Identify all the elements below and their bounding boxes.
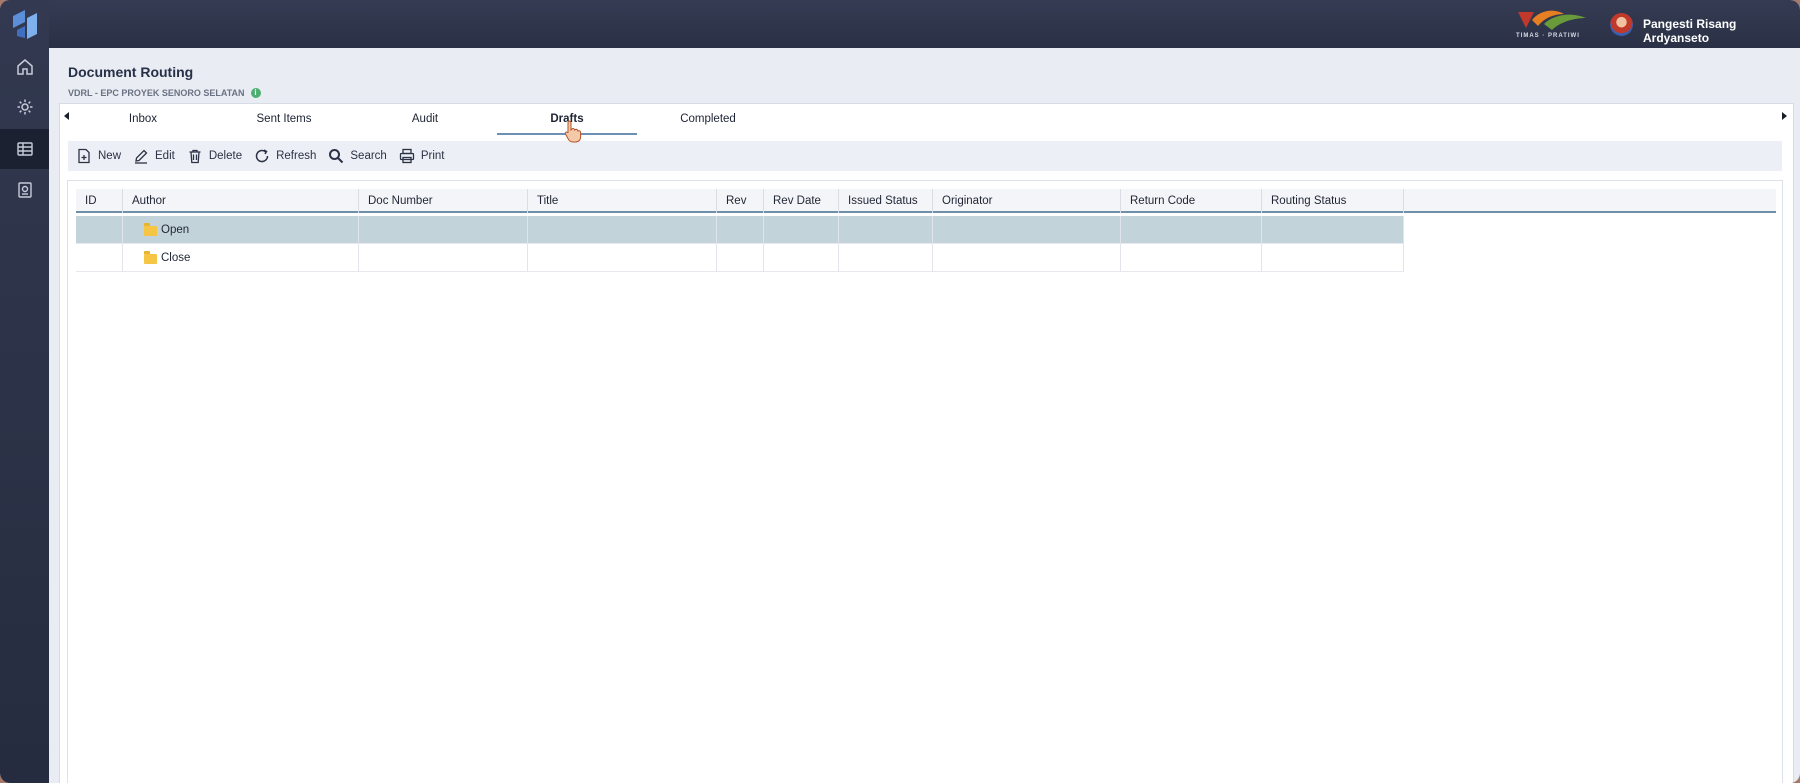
sidebar (0, 0, 49, 783)
delete-button[interactable]: Delete (187, 148, 242, 164)
column-header-author[interactable]: Author (123, 189, 359, 213)
column-header-routing-status[interactable]: Routing Status (1262, 189, 1404, 213)
tab-audit[interactable]: Audit (355, 113, 495, 135)
column-header-issued-status[interactable]: Issued Status (839, 189, 933, 213)
new-button[interactable]: New (76, 148, 121, 164)
tab-sent-items[interactable]: Sent Items (214, 113, 354, 135)
tab-inbox[interactable]: Inbox (73, 113, 213, 135)
sidebar-item-grid[interactable] (0, 129, 49, 169)
folder-close[interactable]: Close (144, 244, 190, 272)
table-row[interactable]: Open (76, 216, 1404, 244)
document-icon (17, 182, 32, 198)
tab-scroll-right-icon[interactable] (1782, 112, 1787, 120)
folder-icon (144, 251, 157, 264)
user-name[interactable]: Pangesti Risang Ardyanseto (1643, 17, 1800, 45)
edit-label: Edit (155, 150, 175, 162)
folder-open[interactable]: Open (144, 216, 189, 244)
document-grid: ID Author Doc Number Title Rev Rev Date … (67, 180, 1783, 783)
toolbar: New Edit Delete Refresh Search Print (68, 141, 1782, 171)
refresh-button[interactable]: Refresh (254, 148, 316, 164)
sidebar-item-home[interactable] (0, 47, 49, 87)
folder-icon (144, 223, 157, 236)
info-icon[interactable]: i (250, 88, 261, 98)
edit-button[interactable]: Edit (133, 148, 175, 164)
tab-scroll-left-icon[interactable] (64, 112, 69, 120)
printer-icon (399, 148, 414, 164)
avatar[interactable] (1610, 13, 1633, 36)
grid-icon (16, 142, 33, 156)
app-window: TIMAS · PRATIWI Pangesti Risang Ardyanse… (0, 0, 1800, 783)
column-header-originator[interactable]: Originator (933, 189, 1121, 213)
app-logo[interactable] (9, 8, 41, 40)
project-name: VDRL - EPC PROYEK SENORO SELATAN (68, 88, 245, 98)
new-document-icon (78, 148, 90, 164)
search-label: Search (350, 150, 387, 162)
grid-header: ID Author Doc Number Title Rev Rev Date … (76, 189, 1776, 213)
folder-label: Open (161, 224, 190, 236)
column-header-title[interactable]: Title (528, 189, 717, 213)
trash-icon (189, 149, 201, 164)
search-icon (329, 149, 344, 164)
print-button[interactable]: Print (399, 148, 445, 164)
column-header-rev[interactable]: Rev (717, 189, 764, 213)
page-title: Document Routing (68, 64, 194, 80)
sidebar-item-document[interactable] (0, 170, 49, 210)
print-label: Print (420, 150, 445, 162)
mouse-pointer-icon (564, 120, 582, 143)
column-header-doc-number[interactable]: Doc Number (359, 189, 528, 213)
folder-label: Close (161, 252, 191, 264)
refresh-label: Refresh (276, 150, 317, 162)
column-header-rev-date[interactable]: Rev Date (764, 189, 839, 213)
brand-text: TIMAS · PRATIWI (1516, 33, 1580, 39)
pencil-icon (135, 149, 148, 164)
new-label: New (98, 150, 122, 162)
search-button[interactable]: Search (328, 148, 387, 164)
page-subtitle: VDRL - EPC PROYEK SENORO SELATAN i (68, 88, 261, 98)
column-header-id[interactable]: ID (76, 189, 123, 213)
delete-label: Delete (208, 150, 243, 162)
refresh-icon (255, 149, 269, 163)
sidebar-item-settings[interactable] (0, 87, 49, 127)
home-icon (16, 59, 33, 75)
gear-icon (17, 99, 32, 115)
table-row[interactable]: Close (76, 244, 1404, 272)
tab-completed[interactable]: Completed (638, 113, 778, 135)
column-header-return-code[interactable]: Return Code (1121, 189, 1262, 213)
